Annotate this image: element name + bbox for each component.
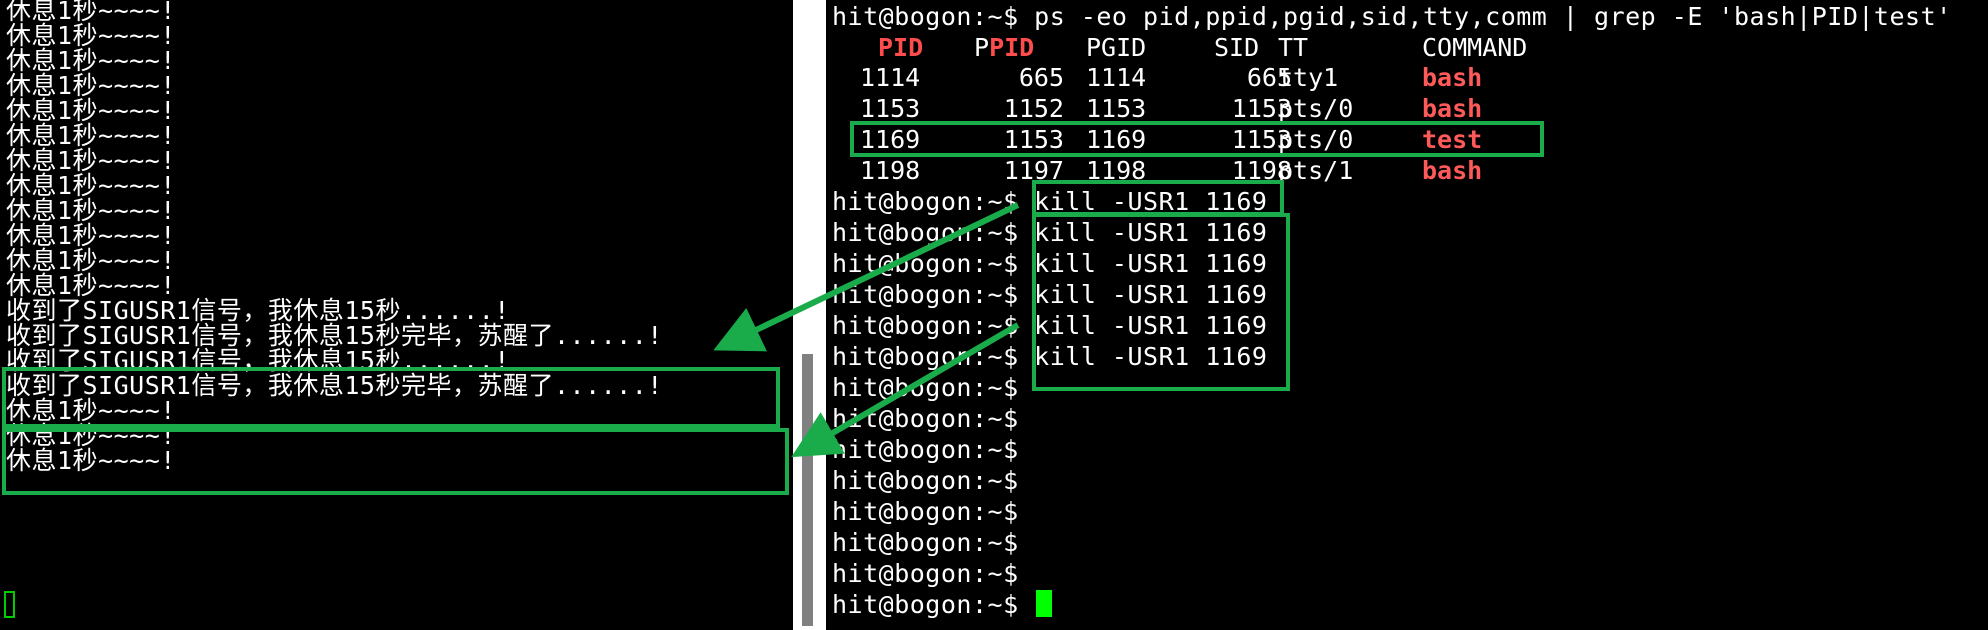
shell-prompt: hit@bogon:~$ xyxy=(832,218,1035,247)
pid-cell: 1114 xyxy=(860,63,921,92)
block-cursor-icon xyxy=(1036,590,1053,617)
ps-row: 1153 1152 1153 1153 pts/0 bash xyxy=(826,93,1986,124)
empty-prompt-line: hit@bogon:~$ xyxy=(832,373,1019,402)
col-ppid-header-prefix: P xyxy=(974,33,990,62)
tt-cell: pts/1 xyxy=(1278,156,1354,185)
shell-prompt: hit@bogon:~$ xyxy=(832,590,1035,619)
test-process-highlight-box xyxy=(850,121,1544,157)
tt-cell: pts/0 xyxy=(1278,94,1354,123)
col-pid-header: PID xyxy=(878,33,924,62)
right-terminal-pane[interactable]: hit@bogon:~$ ps -eo pid,ppid,pgid,sid,tt… xyxy=(826,0,1988,630)
comm-cell: bash xyxy=(1422,94,1483,123)
shell-prompt: hit@bogon:~$ xyxy=(832,249,1035,278)
col-command-header: COMMAND xyxy=(1422,33,1528,62)
col-ppid-header: PPID xyxy=(974,32,1034,63)
active-prompt-line[interactable]: hit@bogon:~$ xyxy=(832,589,1053,620)
empty-prompt-line: hit@bogon:~$ xyxy=(832,404,1019,433)
ps-row: 1114 665 1114 665 tty1 bash xyxy=(826,62,1986,93)
kill-command-highlight-box xyxy=(1032,180,1284,216)
empty-prompt-line: hit@bogon:~$ xyxy=(832,559,1019,588)
empty-prompt-line: hit@bogon:~$ xyxy=(832,528,1019,557)
comm-cell: bash xyxy=(1422,63,1483,92)
col-tt-header: TT xyxy=(1278,33,1309,62)
kill-command-highlight-box xyxy=(1032,213,1290,391)
empty-prompt-line: hit@bogon:~$ xyxy=(832,466,1019,495)
shell-prompt: hit@bogon:~$ xyxy=(832,280,1035,309)
scrollbar-thumb[interactable] xyxy=(802,354,813,626)
tt-cell: tty1 xyxy=(1278,63,1339,92)
left-terminal-pane[interactable]: 休息1秒~~~~! 休息1秒~~~~! 休息1秒~~~~! 休息1秒~~~~! … xyxy=(0,0,793,630)
col-ppid-header-match: PID xyxy=(989,33,1035,62)
empty-prompt-line: hit@bogon:~$ xyxy=(832,497,1019,526)
shell-prompt: hit@bogon:~$ xyxy=(832,187,1035,216)
comm-cell: bash xyxy=(1422,156,1483,185)
terminal-screenshot: 休息1秒~~~~! 休息1秒~~~~! 休息1秒~~~~! 休息1秒~~~~! … xyxy=(0,0,1988,630)
signal-highlight-box xyxy=(2,367,780,428)
hollow-cursor-icon xyxy=(4,591,15,618)
shell-prompt: hit@bogon:~$ xyxy=(832,342,1035,371)
pid-cell: 1153 xyxy=(860,94,921,123)
col-sid-header: SID xyxy=(1214,33,1260,62)
pid-cell: 1198 xyxy=(860,156,921,185)
pgid-cell: 1153 xyxy=(1086,94,1147,123)
empty-prompt-line: hit@bogon:~$ xyxy=(832,435,1019,464)
signal-highlight-box xyxy=(2,428,789,495)
ppid-cell: 665 xyxy=(1018,63,1064,92)
ppid-cell: 1152 xyxy=(1003,94,1064,123)
ps-command-line: hit@bogon:~$ ps -eo pid,ppid,pgid,sid,tt… xyxy=(832,2,1952,31)
pgid-cell: 1114 xyxy=(1086,63,1147,92)
shell-prompt: hit@bogon:~$ xyxy=(832,311,1035,340)
col-pgid-header: PGID xyxy=(1086,33,1147,62)
ps-row: 1198 1197 1198 1198 pts/1 bash xyxy=(826,155,1986,186)
ps-table-header: PID PPID PGID SID TT COMMAND xyxy=(826,32,1986,63)
